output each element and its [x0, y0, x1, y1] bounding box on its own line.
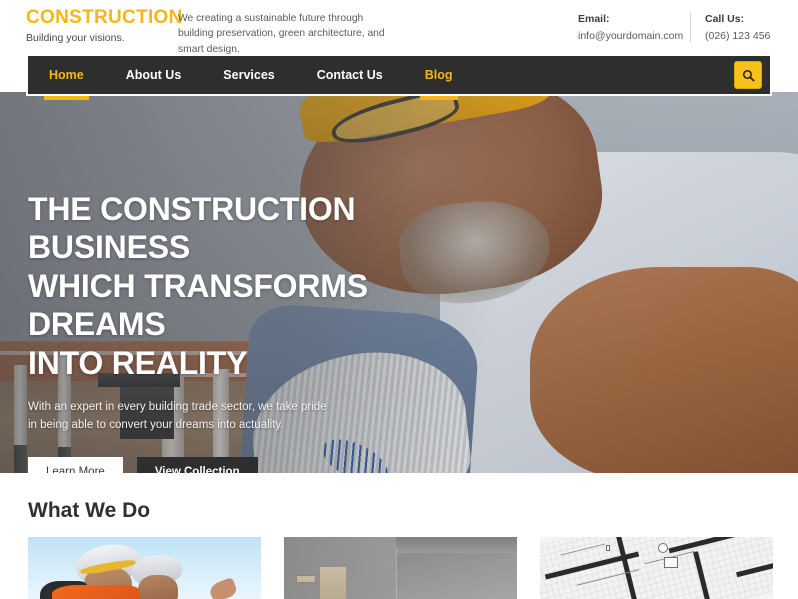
site-header: CONSTRUCTION Building your visions. We c…: [0, 0, 798, 55]
service-card-interior[interactable]: [284, 537, 517, 599]
view-collection-button[interactable]: View Collection: [136, 456, 258, 473]
search-button[interactable]: [734, 61, 762, 89]
pointing-hand: [207, 577, 239, 599]
hero-subtitle: With an expert in every building trade s…: [28, 400, 327, 432]
hero-title: THE CONSTRUCTION BUSINESS WHICH TRANSFOR…: [28, 190, 498, 382]
nav-list: Home About Us Services Contact Us Blog: [28, 56, 474, 100]
main-navigation: Home About Us Services Contact Us Blog: [26, 54, 772, 100]
room-corner: [396, 547, 397, 599]
header-tagline-copy: We creating a sustainable future through…: [178, 13, 385, 55]
hero-title-line-2: WHICH TRANSFORMS DREAMS: [28, 267, 368, 343]
email-label: Email:: [578, 13, 610, 25]
call-value[interactable]: (026) 123 456: [705, 29, 770, 44]
what-we-do-section: What We Do: [0, 473, 798, 599]
brand-name: CONSTRUCTION: [26, 7, 183, 28]
contact-email-block: Email: info@yourdomain.com: [578, 12, 683, 44]
worker-face: [138, 575, 178, 599]
hero-button-group: Learn More View Collection: [28, 456, 498, 473]
service-card-workers[interactable]: [28, 537, 261, 599]
nav-item-contact-us[interactable]: Contact Us: [296, 56, 404, 94]
service-card-list: [28, 537, 773, 599]
nav-item-services[interactable]: Services: [202, 56, 295, 94]
blueprint-fixture: [606, 545, 610, 551]
hero-title-line-1: THE CONSTRUCTION BUSINESS: [28, 191, 356, 266]
hero-title-line-3: INTO REALITY: [28, 344, 248, 381]
email-value[interactable]: info@yourdomain.com: [578, 29, 683, 44]
contact-divider: [690, 12, 691, 42]
search-icon: [742, 69, 755, 82]
learn-more-button[interactable]: Learn More: [28, 456, 123, 473]
wall-panel: [296, 575, 316, 583]
contact-phone-block: Call Us: (026) 123 456: [705, 12, 770, 44]
service-card-blueprint[interactable]: [540, 537, 773, 599]
section-title: What We Do: [28, 499, 151, 522]
nav-item-blog[interactable]: Blog: [404, 56, 474, 100]
safety-vest: [52, 585, 140, 599]
brand-tagline: Building your visions.: [26, 32, 125, 44]
blueprint-fixture: [658, 543, 668, 553]
site-logo[interactable]: CONSTRUCTION Building your visions.: [26, 8, 183, 44]
hero-banner: THE CONSTRUCTION BUSINESS WHICH TRANSFOR…: [0, 92, 798, 473]
blueprint-fixture: [664, 557, 678, 568]
hero-content: THE CONSTRUCTION BUSINESS WHICH TRANSFOR…: [28, 190, 498, 473]
nav-item-home[interactable]: Home: [28, 56, 105, 100]
room-door: [320, 567, 346, 599]
nav-item-about-us[interactable]: About Us: [105, 56, 203, 94]
call-label: Call Us:: [705, 13, 745, 25]
